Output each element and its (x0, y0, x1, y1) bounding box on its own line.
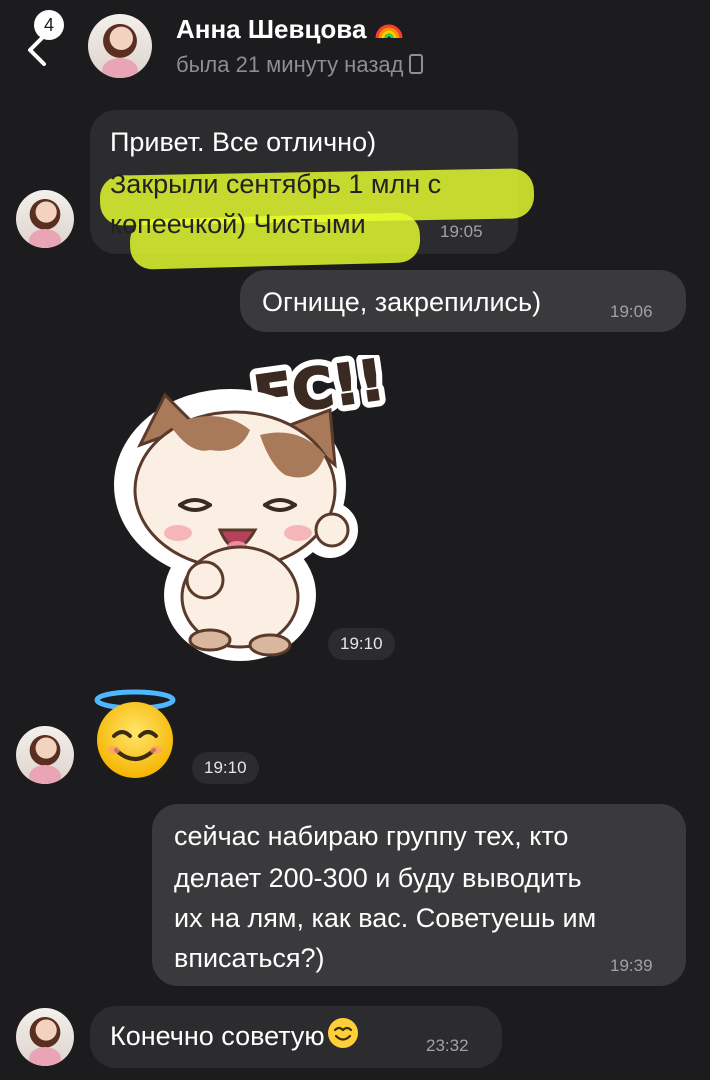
message-line: делает 200-300 и буду выводить (174, 863, 582, 893)
message-line: вписаться?) (174, 943, 325, 973)
contact-avatar[interactable] (16, 1008, 74, 1066)
smiling-face-with-halo-icon (94, 689, 176, 778)
contact-avatar[interactable] (88, 14, 152, 78)
contact-avatar[interactable] (16, 726, 74, 784)
contact-avatar[interactable] (16, 190, 74, 248)
message-line: копеечкой) Чистыми (110, 209, 366, 239)
message-line: сейчас набираю группу тех, кто (174, 821, 569, 851)
message-time: 19:39 (610, 956, 653, 975)
message-time: 23:32 (426, 1036, 469, 1055)
phone-icon (409, 54, 424, 74)
emoji-message[interactable] (92, 688, 178, 778)
message-line: их на лям, как вас. Советуешь им (174, 903, 597, 933)
sticker-cat[interactable]: ЕС!! ЕС!! (110, 341, 395, 665)
message-time: 19:06 (610, 302, 653, 321)
message-line: Привет. Все отлично) (110, 127, 377, 157)
message-line: Закрыли сентябрь 1 млн с (110, 169, 442, 199)
message-time: 19:10 (328, 628, 395, 660)
cat-sticker-icon: ЕС!! ЕС!! (114, 341, 395, 661)
rainbow-icon (374, 16, 404, 47)
unread-count-badge: 4 (34, 10, 64, 40)
message-text: Огнище, закрепились) (262, 287, 542, 317)
contact-name[interactable]: Анна Шевцова (176, 14, 404, 47)
message-text: Конечно советую (110, 1016, 359, 1060)
contact-status: была 21 минуту назад (176, 52, 424, 78)
message-time: 19:05 (440, 222, 483, 241)
message-time: 19:10 (192, 752, 259, 784)
smiling-face-icon (327, 1017, 359, 1060)
